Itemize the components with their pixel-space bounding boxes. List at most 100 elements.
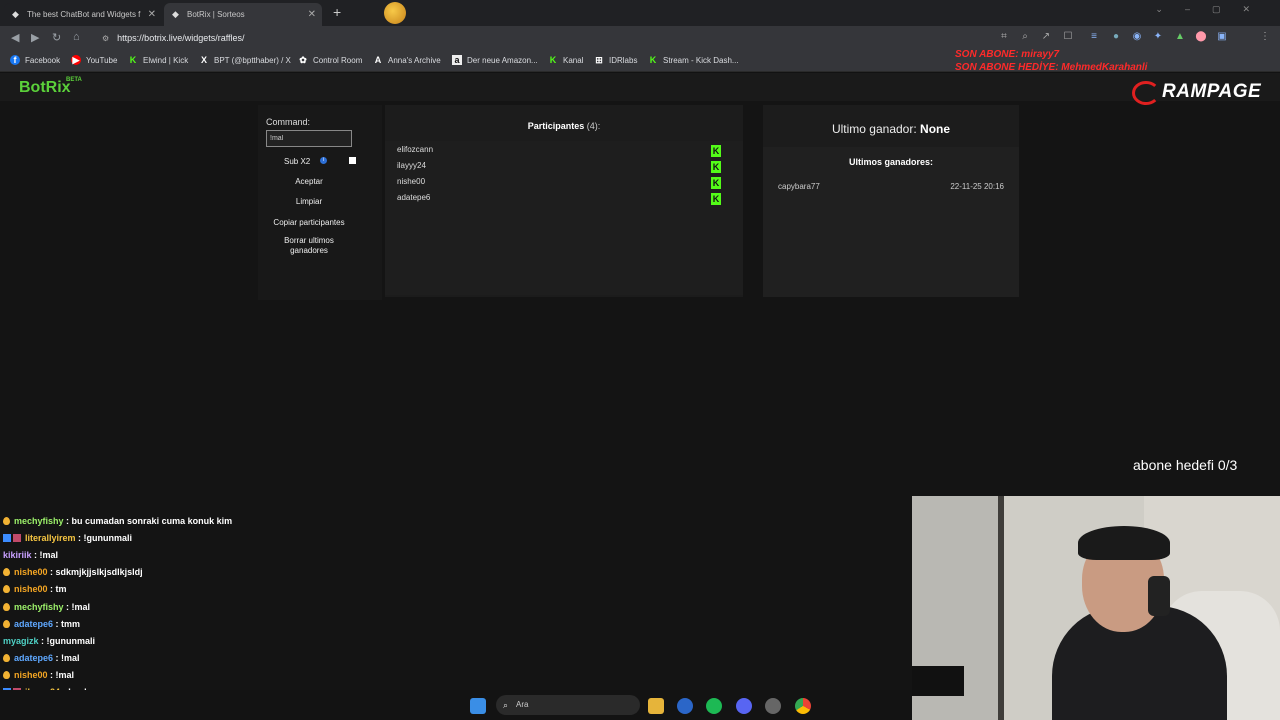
last-winner-title: Ultimo ganador: None — [831, 122, 951, 136]
kick-icon: K — [549, 55, 557, 65]
search-icon: ⌕ — [503, 700, 509, 710]
new-tab-icon[interactable]: + — [333, 4, 341, 20]
translate-icon[interactable]: ⌗ — [998, 31, 1010, 43]
chat-message: nishe00 : sdkmjkjjslkjsdlkjsldj — [3, 567, 143, 577]
chrome-icon[interactable] — [795, 698, 811, 714]
chat-text: : !mal — [50, 669, 75, 680]
close-tab-icon[interactable]: ✕ — [148, 9, 156, 20]
chat-text: : tmm — [55, 618, 81, 629]
info-icon[interactable]: i — [320, 157, 327, 164]
bookmark-control-room[interactable]: ✿ Control Room — [298, 55, 362, 65]
forward-icon[interactable]: ▶ — [31, 31, 39, 44]
clear-button[interactable]: Limpiar — [266, 197, 352, 207]
app-icon[interactable] — [765, 698, 781, 714]
participants-panel: Participantes (4): elifozcann K ilayyy24… — [385, 105, 743, 297]
extension-icon[interactable]: ≡ — [1088, 31, 1100, 43]
webcam-object — [912, 666, 964, 696]
participants-title: Participantes (4): — [527, 121, 601, 131]
taskbar-search[interactable]: ⌕ Ara — [496, 695, 640, 715]
chat-username: kikiriik — [3, 550, 32, 561]
sub-goal-overlay: abone hedefi 0/3 — [1133, 457, 1238, 473]
rampage-brand: RAMPAGE — [1162, 81, 1262, 102]
bookmark-facebook[interactable]: f Facebook — [10, 55, 60, 65]
extension-icon[interactable]: ◉ — [1131, 31, 1143, 43]
tab-botrix-home[interactable]: ◆ The best ChatBot and Widgets f ✕ — [4, 3, 162, 26]
sub-x2-checkbox[interactable] — [349, 157, 356, 164]
chat-badge-icon — [3, 585, 10, 594]
anna-icon: A — [374, 55, 382, 65]
bookmark-icon[interactable]: ☐ — [1062, 31, 1074, 43]
bookmark-idrlabs[interactable]: ⊞ IDRlabs — [594, 55, 637, 65]
chat-text: : bu cumadan sonraki cuma konuk kim — [66, 516, 233, 526]
extension-icon[interactable]: ⬤ — [1195, 31, 1207, 43]
bookmark-annas-archive[interactable]: A Anna's Archive — [373, 55, 441, 65]
bookmark-kanal[interactable]: K Kanal — [548, 55, 584, 65]
chat-badge-icon — [3, 653, 10, 662]
bookmark-bpt-x[interactable]: X BPT (@bptthaber) / X — [199, 55, 291, 65]
chat-badge-icon — [3, 517, 10, 525]
chat-message: literallyirem : !gununmali — [3, 533, 132, 543]
zoom-icon[interactable]: ⌕ — [1019, 31, 1031, 43]
tab-label: BotRix | Sorteos — [187, 10, 245, 19]
reload-icon[interactable]: ↻ — [52, 31, 61, 44]
close-tab-icon[interactable]: ✕ — [308, 9, 316, 20]
botrix-favicon-icon: ◆ — [12, 9, 19, 19]
control-room-icon: ✿ — [299, 55, 307, 65]
copy-participants-button[interactable]: Copiar participantes — [266, 218, 352, 228]
participant-row: ilayyy24 K — [397, 161, 721, 173]
kick-icon: K — [711, 161, 721, 173]
chat-message: nishe00 : !mal — [3, 670, 74, 680]
erase-winners-button[interactable]: Borrar ultimos ganadores — [266, 236, 352, 256]
chat-text: : !gununmali — [78, 533, 133, 544]
site-info-icon[interactable]: ⚙ — [102, 34, 109, 43]
share-icon[interactable]: ↗ — [1040, 31, 1052, 43]
kick-icon: K — [711, 145, 721, 157]
kick-icon: K — [711, 193, 721, 205]
address-bar-row: ◀ ▶ ↻ ⌂ ⚙ https://botrix.live/widgets/ra… — [0, 26, 1280, 71]
bookmark-stream-kick[interactable]: K Stream - Kick Dash... — [648, 55, 739, 65]
stream-subscriber-overlay: SON ABONE: mirayy7 SON ABONE HEDİYE: Meh… — [955, 48, 1147, 74]
url-input[interactable]: ⚙ https://botrix.live/widgets/raffles/ — [94, 29, 994, 47]
last-winner-value: None — [920, 122, 951, 136]
chat-message: myagizk : !gununmali — [3, 636, 95, 646]
chat-username: mechyfishy — [14, 601, 64, 612]
botrix-favicon-icon: ◆ — [172, 9, 179, 19]
windows-start-icon[interactable] — [470, 698, 486, 714]
extension-icon[interactable]: ● — [1110, 31, 1122, 43]
tab-botrix-raffles[interactable]: ◆ BotRix | Sorteos ✕ — [164, 3, 322, 26]
home-icon[interactable]: ⌂ — [73, 31, 80, 43]
sidepanel-icon[interactable]: ▣ — [1216, 31, 1228, 43]
spotify-icon[interactable] — [706, 698, 722, 714]
edge-browser-icon[interactable] — [677, 698, 693, 714]
chat-badge-icon — [3, 602, 10, 611]
discord-icon[interactable] — [736, 698, 752, 714]
webcam-feed — [912, 496, 1280, 720]
bookmark-elwind-kick[interactable]: K Elwind | Kick — [128, 55, 188, 65]
bookmark-youtube[interactable]: ▶ YouTube — [71, 55, 117, 65]
file-explorer-icon[interactable] — [648, 698, 664, 714]
window-controls[interactable]: ⌄–▢✕ — [1155, 4, 1272, 15]
command-label: Command: — [266, 117, 311, 127]
browser-tab-bar: ◆ The best ChatBot and Widgets f ✕ ◆ Bot… — [0, 0, 1280, 26]
bookmark-amazon[interactable]: a Der neue Amazon... — [452, 55, 538, 65]
winners-title: Ultimos ganadores: — [848, 157, 933, 167]
botrix-header: BotRix BETA — [0, 73, 1280, 101]
menu-icon[interactable]: ⋮ — [1259, 31, 1271, 43]
participant-row: nishe00 K — [397, 177, 721, 189]
botrix-logo[interactable]: BotRix — [19, 79, 71, 97]
facebook-icon: f — [10, 55, 20, 65]
chat-text: : !mal — [34, 550, 59, 561]
youtube-icon: ▶ — [71, 55, 81, 65]
kick-icon: K — [129, 55, 137, 65]
extension-icon[interactable]: ✦ — [1152, 31, 1164, 43]
overlay-avatar-icon — [384, 2, 406, 24]
chat-badge-icon — [3, 619, 10, 628]
back-icon[interactable]: ◀ — [11, 31, 19, 44]
accept-button[interactable]: Aceptar — [266, 177, 352, 187]
extension-icon[interactable]: ▲ — [1174, 31, 1186, 43]
participant-row: adatepe6 K — [397, 193, 721, 205]
idrlabs-icon: ⊞ — [595, 55, 603, 65]
command-input[interactable] — [266, 130, 352, 147]
tab-label: The best ChatBot and Widgets f — [27, 10, 141, 19]
webcam-person-hair — [1078, 526, 1170, 560]
